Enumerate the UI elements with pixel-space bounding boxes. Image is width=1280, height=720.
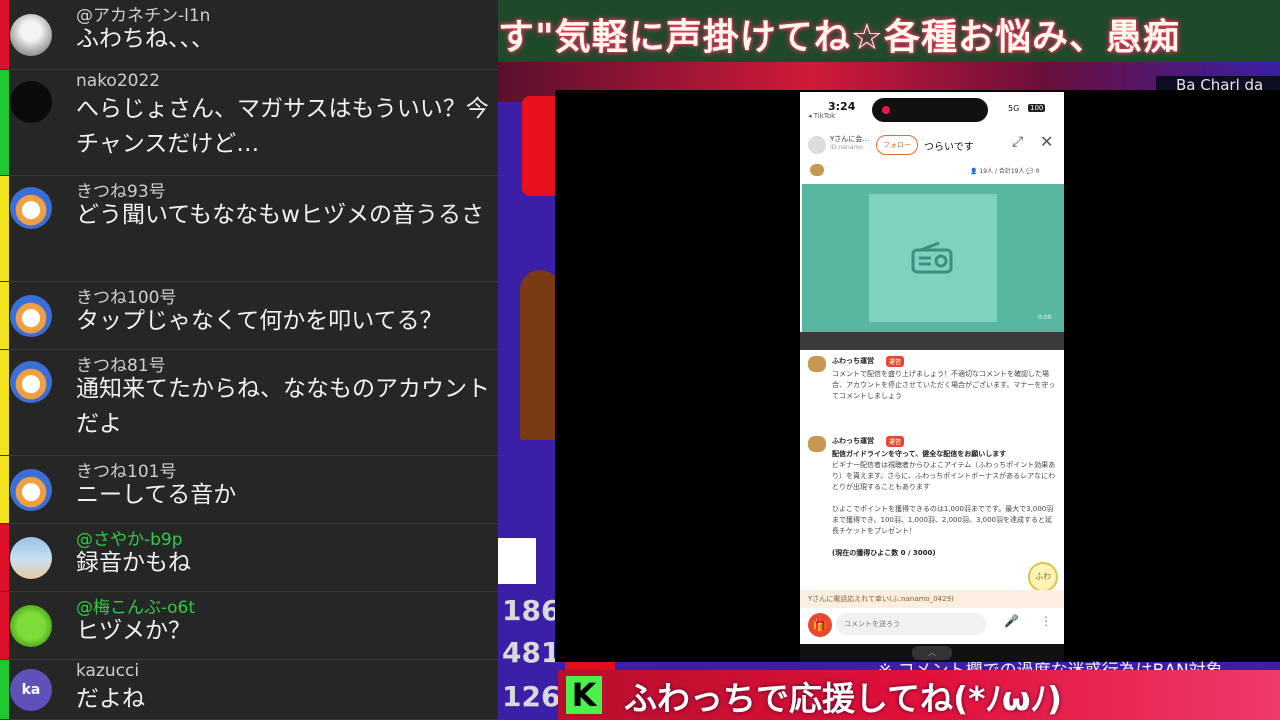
network-indicator: 5G <box>1008 104 1020 113</box>
viewer-counts: 👤 19人 / 合計19人 💬 0 <box>800 164 1064 180</box>
dark-avatar[interactable] <box>10 81 52 123</box>
viewer-stat-1: 186 <box>502 594 561 627</box>
system-message: ふわっち運営 運営 コメントで配信を盛り上げましょう！不適切なコメントを確認した… <box>808 356 1058 426</box>
chat-message: @アカネチン-l1n ふわちね、、、 <box>0 0 498 70</box>
avatar-initials: ka <box>21 682 41 698</box>
operator-badge: 運営 <box>886 356 905 367</box>
member-color-bar <box>0 176 9 281</box>
radio-thumbnail <box>869 194 997 322</box>
status-bar: 3:24 ◂ TikTok 5G 100 <box>800 92 1064 126</box>
sky-avatar[interactable] <box>10 537 52 579</box>
back-to-app-link[interactable]: ◂ TikTok <box>808 112 835 120</box>
chat-message: きつね100号 タップじゃなくて何かを叩いてる？ <box>0 282 498 350</box>
member-color-bar <box>0 0 9 69</box>
hamster-avatar[interactable] <box>10 187 52 229</box>
more-options-icon[interactable]: ⋮ <box>1040 614 1052 628</box>
audio-stream-player[interactable]: 0:00 <box>802 184 1064 332</box>
chat-message: @さやか-b9p 録音かもね <box>0 524 498 592</box>
thanks-text: Yさんに電話応えれて幸い(ふ:nanamo_0429) <box>808 595 954 603</box>
comment-bar: 🎁 🎤 ⋮ <box>800 608 1064 644</box>
chat-text: タップじゃなくて何かを叩いてる？ <box>76 308 443 334</box>
mascot-button[interactable]: ふわ <box>1028 562 1058 592</box>
chat-message: きつね81号 通知来てたからね、ななものアカウントだよ <box>0 350 498 456</box>
hamster-avatar[interactable] <box>10 295 52 337</box>
chat-text: へらじょさん、マガサスはもういい？今チャンスだけど… <box>76 96 489 157</box>
member-color-bar <box>0 282 9 349</box>
chat-message: きつね93号 どう聞いてもななもwヒヅメの音うるさ <box>0 176 498 282</box>
chevron-up-icon[interactable]: ︿ <box>912 646 952 660</box>
operator-badge: 運営 <box>886 436 905 447</box>
chat-text: ヒヅメか？ <box>76 618 191 644</box>
chat-text: 録音かもね <box>76 550 191 576</box>
chick-points-text: ひよこでポイントを獲得できるのは1,000羽までです。最大で3,000羽まで獲得… <box>832 505 1054 535</box>
chick-progress: (現在の獲得ひよこ数 0 / 3000) <box>832 549 936 557</box>
section-divider <box>800 332 1064 350</box>
chat-message: @梅こんぶ-o6t ヒヅメか？ <box>0 592 498 660</box>
chat-text: ニーしてる音か <box>76 482 237 508</box>
room-title: つらいです <box>924 142 974 153</box>
microphone-icon[interactable]: 🎤 <box>1004 614 1019 628</box>
viewer-stat-2: 481 <box>502 636 561 669</box>
operator-bear-icon <box>808 356 826 372</box>
chat-panel: @アカネチン-l1n ふわちね、、、 nako2022 へらじょさん、マガサスはもうい… <box>0 0 498 720</box>
banner-text: す"気軽に声掛けてね☆各種お悩み、愚痴 <box>498 17 1181 58</box>
viewer-stat-3: 126 <box>502 680 561 713</box>
character-ear-graphic <box>520 270 560 440</box>
chat-username[interactable]: nako2022 <box>76 71 160 91</box>
close-icon[interactable]: ✕ <box>1040 132 1053 151</box>
host-id: ID:nanamo <box>830 144 863 151</box>
member-color-bar <box>0 660 9 719</box>
rabbit-avatar[interactable] <box>10 14 52 56</box>
frog-avatar[interactable] <box>10 605 52 647</box>
operator-bear-icon <box>808 436 826 452</box>
host-avatar[interactable] <box>808 136 826 154</box>
expand-icon[interactable]: ⤢ <box>1012 134 1023 150</box>
kick-logo-icon: K <box>566 676 602 714</box>
chat-text: 通知来てたからね、ななものアカウントだよ <box>76 376 490 437</box>
member-color-bar <box>0 70 9 175</box>
footer-text: ふわっちで応援してね(*ﾉωﾉ) <box>624 679 1063 718</box>
chat-text: だよね <box>76 686 145 712</box>
chat-text: ふわちね、、、 <box>76 26 214 52</box>
battery-icon: 100 <box>1028 104 1046 112</box>
thanks-notice: Yさんに電話応えれて幸い(ふ:nanamo_0429) <box>800 590 1064 608</box>
chat-message: nako2022 へらじょさん、マガサスはもういい？今チャンスだけど… <box>0 70 498 176</box>
chat-text: どう聞いてもななもwヒヅメの音うるさ <box>76 202 484 228</box>
hamster-avatar[interactable] <box>10 469 52 511</box>
chat-message: ka kazucci だよね <box>0 660 498 720</box>
red-accent <box>565 662 615 670</box>
member-color-bar <box>0 592 9 659</box>
bottom-bar: ︿ <box>800 644 1064 662</box>
video-timer: 0:00 <box>1038 314 1052 321</box>
phone-screen: 3:24 ◂ TikTok 5G 100 Yさんに会… ID:nanamo フォ… <box>800 92 1064 662</box>
white-panel <box>498 538 536 584</box>
member-color-bar <box>0 350 9 455</box>
viewer-count-text: 👤 19人 / 合計19人 💬 0 <box>970 168 1040 175</box>
top-banner: す"気軽に声掛けてね☆各種お悩み、愚痴 <box>498 0 1280 64</box>
chat-message: きつね101号 ニーしてる音か <box>0 456 498 524</box>
radio-icon <box>911 242 953 274</box>
ka-avatar[interactable]: ka <box>10 669 52 711</box>
system-sender: ふわっち運営 <box>832 437 874 445</box>
room-header: Yさんに会… ID:nanamo フォロー つらいです ⤢ ✕ <box>800 130 1064 162</box>
chat-username[interactable]: kazucci <box>76 661 139 681</box>
member-color-bar <box>0 524 9 591</box>
system-message: ふわっち運営 運営 配信ガイドラインを守って、健全な配信をお願いします ビギナー… <box>808 436 1058 586</box>
hamster-avatar[interactable] <box>10 361 52 403</box>
recording-dot-icon <box>882 106 890 114</box>
system-message-body: 配信ガイドラインを守って、健全な配信をお願いします ビギナー配信者は視聴者からひ… <box>832 449 1058 559</box>
guideline-heading: 配信ガイドラインを守って、健全な配信をお願いします <box>832 450 1007 458</box>
comment-input[interactable] <box>836 613 986 635</box>
system-sender: ふわっち運営 <box>832 357 874 365</box>
member-color-bar <box>0 456 9 523</box>
footer-banner: K ふわっちで応援してね(*ﾉωﾉ) <box>558 670 1280 720</box>
dynamic-island <box>872 98 988 122</box>
guideline-text: ビギナー配信者は視聴者からひよこアイテム（ふわっちポイント効果あり）を貰えます。… <box>832 461 1056 491</box>
follow-button[interactable]: フォロー <box>876 135 918 155</box>
bear-mascot-icon <box>810 164 824 176</box>
gift-icon[interactable]: 🎁 <box>808 613 832 637</box>
system-message-body: コメントで配信を盛り上げましょう！不適切なコメントを確認した場合、アカウントを停… <box>832 370 1056 400</box>
host-name[interactable]: Yさんに会… <box>830 134 869 144</box>
